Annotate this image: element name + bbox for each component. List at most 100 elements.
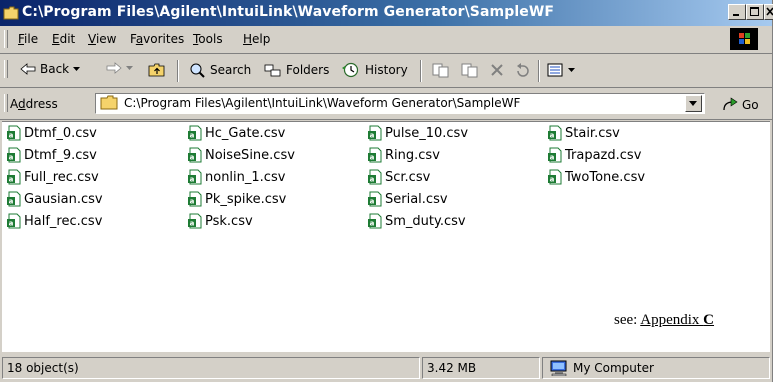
search-button[interactable]: Search: [188, 62, 251, 78]
up-folder-button[interactable]: [148, 62, 166, 78]
file-name: Pulse_10.csv: [385, 125, 469, 141]
folders-button[interactable]: Folders: [264, 62, 329, 78]
move-to-icon: [432, 63, 449, 78]
chevron-down-icon[interactable]: [73, 66, 81, 72]
menu-tools[interactable]: Tools: [193, 32, 223, 46]
svg-text:a: a: [9, 220, 14, 228]
close-button[interactable]: [764, 4, 774, 20]
file-item[interactable]: a Stair.csv: [547, 124, 620, 142]
forward-arrow-icon: [106, 62, 122, 74]
excel-csv-icon: a: [7, 213, 21, 229]
svg-text:a: a: [9, 198, 14, 206]
file-item[interactable]: a Pk_spike.csv: [187, 190, 286, 208]
file-name: Scr.csv: [385, 169, 431, 185]
title-bar[interactable]: C:\Program Files\Agilent\IntuiLink\Wavef…: [0, 0, 774, 26]
file-name: Pk_spike.csv: [205, 191, 287, 207]
menu-edit[interactable]: Edit: [52, 32, 75, 46]
menu-bar: File Edit View Favorites Tools Help: [0, 26, 772, 54]
excel-csv-icon: a: [188, 125, 202, 141]
file-name: Dtmf_0.csv: [24, 125, 97, 141]
file-item[interactable]: a Sm_duty.csv: [367, 212, 466, 230]
file-name: Half_rec.csv: [24, 213, 103, 229]
excel-csv-icon: a: [188, 169, 202, 185]
file-item[interactable]: a Ring.csv: [367, 146, 440, 164]
search-icon: [190, 63, 205, 78]
file-name: Stair.csv: [565, 125, 620, 141]
go-arrow-icon: [723, 97, 738, 111]
minimize-button[interactable]: [728, 4, 746, 20]
excel-csv-icon: a: [548, 147, 562, 163]
excel-csv-icon: a: [548, 169, 562, 185]
svg-text:a: a: [190, 220, 195, 228]
file-item[interactable]: a Hc_Gate.csv: [187, 124, 285, 142]
toolbar-grip[interactable]: [4, 60, 8, 78]
maximize-icon: [750, 7, 759, 16]
windows-logo-throbber: [730, 28, 758, 50]
excel-csv-icon: a: [368, 147, 382, 163]
svg-text:a: a: [550, 154, 555, 162]
file-item[interactable]: a Dtmf_0.csv: [6, 124, 97, 142]
file-name: Serial.csv: [385, 191, 448, 207]
delete-button[interactable]: [489, 62, 505, 78]
excel-csv-icon: a: [368, 125, 382, 141]
file-item[interactable]: a Dtmf_9.csv: [6, 146, 97, 164]
forward-button[interactable]: [106, 62, 134, 74]
history-button[interactable]: History: [341, 62, 408, 78]
menu-view[interactable]: View: [88, 32, 116, 46]
status-zone: My Computer: [573, 361, 654, 375]
back-button[interactable]: Back: [20, 62, 81, 76]
excel-csv-icon: a: [7, 169, 21, 185]
file-name: TwoTone.csv: [565, 169, 646, 185]
note-prefix: see:: [614, 312, 641, 328]
excel-csv-icon: a: [7, 191, 21, 207]
status-size-pane: 3.42 MB: [422, 357, 540, 379]
address-dropdown-button[interactable]: [685, 95, 702, 112]
file-item[interactable]: a Trapazd.csv: [547, 146, 641, 164]
file-item[interactable]: a Psk.csv: [187, 212, 253, 230]
chevron-down-icon[interactable]: [126, 65, 134, 71]
appendix-letter[interactable]: C: [703, 312, 714, 328]
file-item[interactable]: a Gausian.csv: [6, 190, 103, 208]
file-name: Ring.csv: [385, 147, 440, 163]
address-field[interactable]: C:\Program Files\Agilent\IntuiLink\Wavef…: [95, 93, 705, 114]
undo-button[interactable]: [514, 62, 532, 78]
file-name: Trapazd.csv: [565, 147, 642, 163]
appendix-link[interactable]: Appendix: [640, 312, 703, 328]
copy-to-button[interactable]: [460, 62, 480, 78]
views-icon: [547, 63, 563, 77]
file-name: Dtmf_9.csv: [24, 147, 97, 163]
excel-csv-icon: a: [7, 125, 21, 141]
file-item[interactable]: a Pulse_10.csv: [367, 124, 468, 142]
folder-icon: [3, 6, 19, 20]
file-list-pane[interactable]: a Dtmf_0.csv a Dtmf_9.csv a Full_rec.csv a Gaus…: [2, 121, 770, 352]
views-button[interactable]: [546, 62, 576, 78]
maximize-button[interactable]: [746, 4, 764, 20]
go-button[interactable]: Go: [721, 97, 759, 113]
menu-favorites[interactable]: Favorites: [130, 32, 184, 46]
svg-text:a: a: [190, 176, 195, 184]
file-item[interactable]: a Half_rec.csv: [6, 212, 102, 230]
go-label: Go: [742, 98, 759, 112]
delete-x-icon: [491, 64, 503, 76]
addressbar-grip[interactable]: [4, 94, 8, 112]
file-item[interactable]: a Full_rec.csv: [6, 168, 99, 186]
up-folder-icon: [148, 63, 165, 77]
excel-csv-icon: a: [188, 191, 202, 207]
standard-toolbar: Back Search Folders History: [0, 54, 772, 88]
file-item[interactable]: a Scr.csv: [367, 168, 430, 186]
chevron-down-icon[interactable]: [568, 67, 576, 73]
undo-icon: [517, 63, 529, 77]
svg-text:a: a: [370, 220, 375, 228]
file-item[interactable]: a TwoTone.csv: [547, 168, 645, 186]
menu-help[interactable]: Help: [243, 32, 270, 46]
menubar-grip[interactable]: [4, 30, 8, 48]
file-item[interactable]: a NoiseSine.csv: [187, 146, 295, 164]
move-to-button[interactable]: [431, 62, 451, 78]
windows-flag-icon: [739, 33, 750, 44]
file-item[interactable]: a nonlin_1.csv: [187, 168, 285, 186]
minimize-icon: [733, 14, 739, 16]
status-zone-pane: My Computer: [542, 357, 770, 379]
menu-file[interactable]: File: [18, 32, 38, 46]
file-name: Full_rec.csv: [24, 169, 99, 185]
file-item[interactable]: a Serial.csv: [367, 190, 448, 208]
